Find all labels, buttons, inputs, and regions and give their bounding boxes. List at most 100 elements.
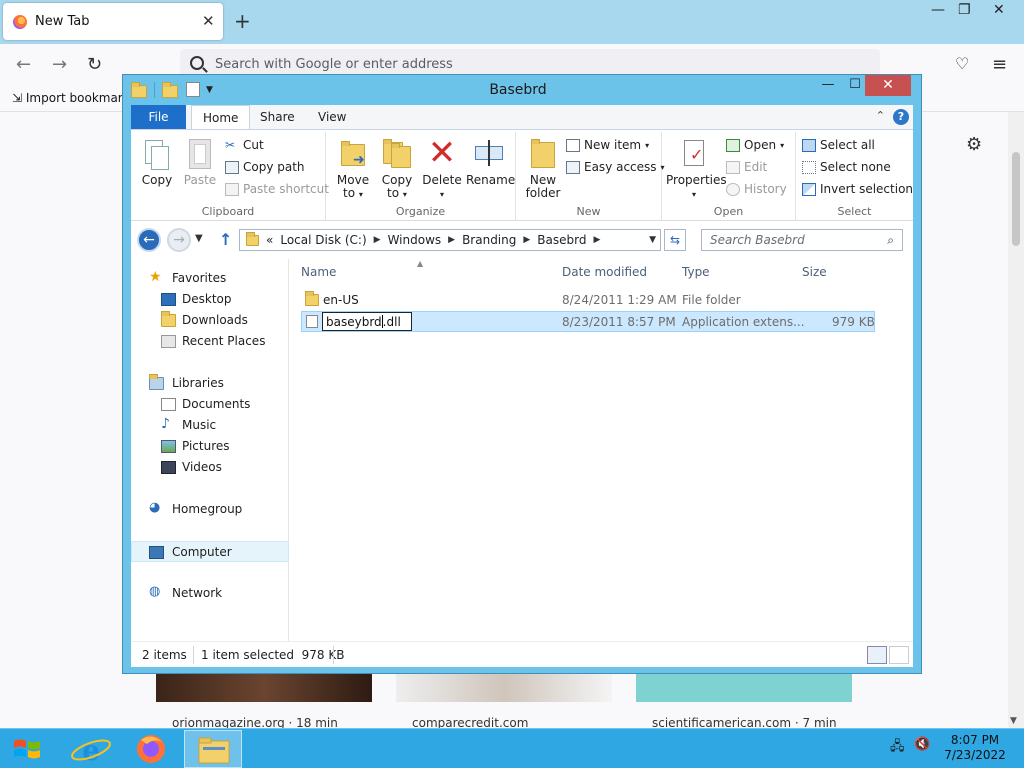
paste-shortcut-button[interactable]: Paste shortcut [225, 182, 329, 196]
start-button[interactable] [8, 733, 46, 765]
properties-button[interactable]: ✓ Properties ▾ [666, 136, 727, 201]
select-all-button[interactable]: Select all [802, 138, 875, 152]
copy-button[interactable]: Copy [139, 136, 175, 187]
page-scrollbar[interactable]: ▼ [1008, 112, 1024, 728]
sidebar-item-favorites[interactable]: ★ Favorites [131, 268, 289, 289]
sidebar-item-downloads[interactable]: Downloads [131, 310, 289, 331]
chevron-right-icon[interactable]: ▶ [523, 235, 530, 245]
copy-to-button[interactable]: Copy to ▾ [378, 136, 416, 201]
sidebar-item-homegroup[interactable]: ◕ Homegroup [131, 499, 289, 520]
file-explorer-taskbar-button[interactable] [184, 730, 242, 768]
chevron-right-icon[interactable]: ▶ [374, 235, 381, 245]
copy-path-button[interactable]: Copy path [225, 160, 305, 174]
back-arrow-icon[interactable]: ← [16, 54, 31, 75]
internet-explorer-icon: e [71, 734, 111, 767]
tab-file[interactable]: File [131, 105, 186, 129]
tab-view[interactable]: View [307, 105, 357, 129]
libraries-icon [149, 374, 164, 390]
up-arrow-icon[interactable]: ↑ [219, 230, 232, 249]
scroll-down-icon[interactable]: ▼ [1010, 716, 1017, 726]
chevron-right-icon[interactable]: ▶ [448, 235, 455, 245]
network-tray-icon[interactable]: 🖧 [890, 737, 905, 759]
minimize-icon[interactable]: — [820, 77, 836, 97]
easy-access-button[interactable]: Easy access ▾ [566, 160, 665, 174]
breadcrumb-basebrd[interactable]: Basebrd [537, 233, 586, 247]
column-header-size[interactable]: Size [802, 265, 827, 279]
pocket-icon[interactable]: ♡ [955, 54, 969, 73]
new-item-button[interactable]: New item ▾ [566, 138, 649, 152]
sidebar-item-libraries[interactable]: Libraries [131, 373, 289, 394]
collapse-ribbon-icon[interactable]: ⌃ [876, 109, 885, 122]
reload-icon[interactable]: ↻ [87, 54, 102, 75]
sidebar-item-network[interactable]: ◍ Network [131, 583, 289, 604]
search-icon[interactable]: ⌕ [887, 233, 894, 248]
move-to-icon: ➜ [337, 136, 369, 170]
file-name: en-US [323, 293, 359, 307]
table-row-selected[interactable]: baseybrd.dll 8/23/2011 8:57 PM Applicati… [301, 311, 875, 332]
large-icons-view-button[interactable] [889, 646, 909, 664]
import-bookmarks-link[interactable]: ⇲ Import bookmark [12, 91, 130, 105]
card-image[interactable] [156, 672, 372, 702]
paste-button[interactable]: Paste [181, 136, 219, 187]
column-header-type[interactable]: Type [682, 265, 710, 279]
refresh-button[interactable]: ⇆ [664, 229, 686, 251]
close-tab-icon[interactable]: ✕ [202, 12, 215, 30]
internet-explorer-taskbar-button[interactable]: e [62, 730, 120, 768]
open-icon [726, 138, 740, 152]
history-button[interactable]: History [726, 182, 787, 196]
sidebar-item-music[interactable]: ♪ Music [131, 415, 289, 436]
breadcrumb-windows[interactable]: Windows [388, 233, 442, 247]
clock[interactable]: 8:07 PM 7/23/2022 [940, 733, 1010, 763]
edit-button[interactable]: Edit [726, 160, 767, 174]
select-none-button[interactable]: Select none [802, 160, 891, 174]
breadcrumb-local-disk[interactable]: Local Disk (C:) [280, 233, 366, 247]
explorer-title-bar[interactable]: ▼ Basebrd — ☐ ✕ [123, 75, 921, 105]
invert-selection-button[interactable]: Invert selection [802, 182, 913, 196]
tab-share[interactable]: Share [249, 105, 306, 129]
minimize-icon[interactable]: — [931, 2, 945, 18]
sidebar-item-videos[interactable]: Videos [131, 457, 289, 478]
firefox-tab[interactable]: New Tab ✕ [3, 3, 223, 40]
new-tab-button[interactable]: + [234, 9, 251, 33]
forward-arrow-icon[interactable]: → [52, 54, 67, 75]
sidebar-item-pictures[interactable]: Pictures [131, 436, 289, 457]
close-window-icon[interactable]: ✕ [993, 2, 1005, 18]
card-image[interactable] [636, 672, 852, 702]
sidebar-item-recent-places[interactable]: Recent Places [131, 331, 289, 352]
breadcrumb-branding[interactable]: Branding [462, 233, 516, 247]
search-input[interactable]: Search Basebrd ⌕ [701, 229, 903, 251]
restore-icon[interactable]: ❐ [958, 2, 971, 18]
rename-button[interactable]: Rename [466, 136, 515, 187]
close-window-button[interactable]: ✕ [865, 75, 911, 96]
firefox-taskbar-button[interactable] [122, 730, 180, 768]
help-icon[interactable]: ? [893, 109, 909, 125]
sidebar-item-desktop[interactable]: Desktop [131, 289, 289, 310]
delete-button[interactable]: ✕ Delete ▾ [422, 136, 462, 201]
table-row[interactable]: en-US 8/24/2011 1:29 AM File folder [301, 290, 875, 311]
chevron-right-icon[interactable]: ▶ [593, 235, 600, 245]
menu-icon[interactable]: ≡ [992, 54, 1007, 75]
column-header-name[interactable]: Name [301, 265, 336, 279]
sidebar-item-documents[interactable]: Documents [131, 394, 289, 415]
rename-input[interactable]: baseybrd.dll [322, 312, 412, 331]
scrollbar-thumb[interactable] [1012, 152, 1020, 246]
address-dropdown-icon[interactable]: ▼ [649, 235, 656, 245]
column-header-date[interactable]: Date modified [562, 265, 647, 279]
new-folder-button[interactable]: New folder [524, 136, 562, 200]
gear-icon[interactable]: ⚙ [966, 134, 982, 155]
details-view-button[interactable] [867, 646, 887, 664]
back-button[interactable]: ← [137, 228, 161, 252]
maximize-icon[interactable]: ☐ [847, 77, 863, 97]
open-button[interactable]: Open ▾ [726, 138, 784, 152]
tab-home[interactable]: Home [191, 105, 251, 130]
move-to-button[interactable]: ➜ Move to ▾ [334, 136, 372, 201]
window-title: Basebrd [489, 82, 547, 98]
sidebar-item-computer[interactable]: Computer [131, 541, 289, 562]
card-image[interactable] [396, 672, 612, 702]
forward-button[interactable]: → [167, 228, 191, 252]
select-none-icon [802, 160, 816, 174]
cut-button[interactable]: ✂ Cut [225, 138, 264, 152]
volume-muted-icon[interactable]: 🔇 [914, 737, 930, 752]
recent-locations-icon[interactable]: ▼ [195, 233, 203, 244]
address-bar[interactable]: « Local Disk (C:) ▶ Windows ▶ Branding ▶… [239, 229, 661, 251]
